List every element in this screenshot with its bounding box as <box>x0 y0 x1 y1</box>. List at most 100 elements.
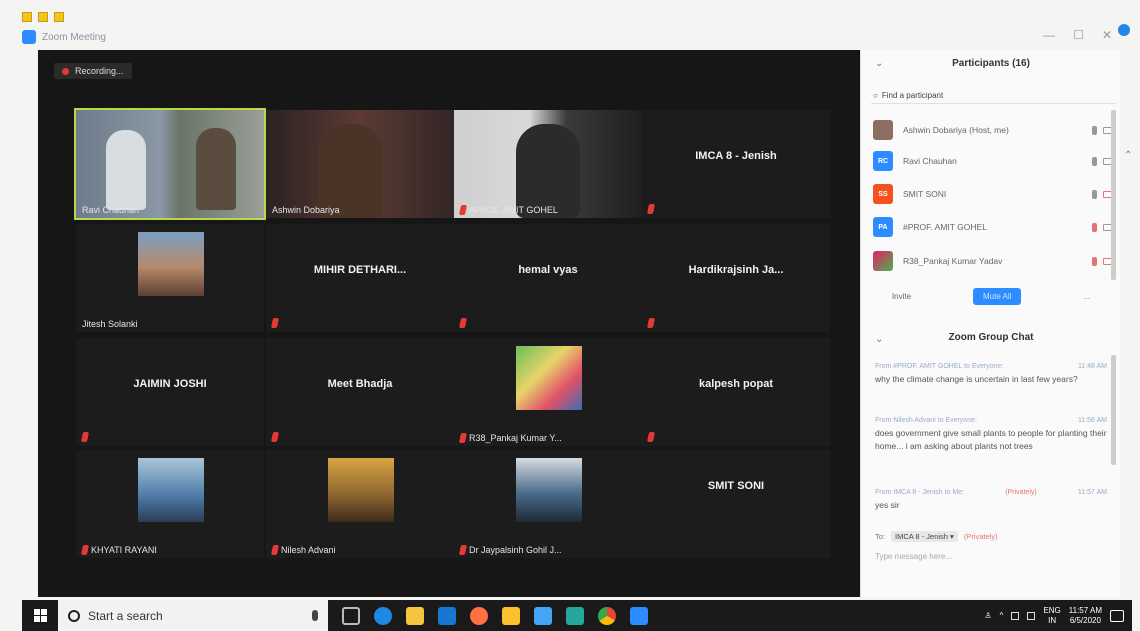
microphone-icon[interactable] <box>312 610 318 621</box>
avatar <box>873 120 893 140</box>
minimize-button[interactable]: — <box>1043 28 1055 42</box>
edge-browser-icon[interactable] <box>374 606 392 625</box>
zoom-logo-icon <box>22 30 36 44</box>
maximize-button[interactable]: ☐ <box>1073 28 1084 42</box>
person-silhouette <box>196 128 236 210</box>
clock[interactable]: 11:57 AM 6/5/2020 <box>1069 606 1102 626</box>
app-icon[interactable] <box>566 606 584 625</box>
participant-row[interactable]: RC Ravi Chauhan <box>873 151 1113 171</box>
more-button[interactable]: ... <box>1083 292 1090 301</box>
start-button[interactable] <box>22 600 58 631</box>
tile-name-label: Ravi Chauhan <box>82 205 140 215</box>
participant-row[interactable]: Ashwin Dobariya (Host, me) <box>873 120 1113 140</box>
tile-name: Meet Bhadja <box>327 378 393 390</box>
video-tile[interactable]: IMCA 8 - Jenish <box>642 110 830 218</box>
profile-photo <box>138 232 204 296</box>
participant-search-input[interactable]: ○ Find a participant <box>871 88 1116 104</box>
network-icon[interactable] <box>1011 611 1020 620</box>
tile-name: JAIMIN JOSHI <box>133 378 207 390</box>
video-tile[interactable]: KHYATI RAYANI <box>76 450 264 558</box>
participant-row[interactable]: PA #PROF. AMIT GOHEL <box>873 217 1113 237</box>
video-tile[interactable]: R38_Pankaj Kumar Y... <box>454 338 642 446</box>
avatar: PA <box>873 217 893 237</box>
video-tile[interactable]: JAIMIN JOSHI <box>76 338 264 446</box>
search-icon: ○ <box>873 91 878 100</box>
participant-name: SMIT SONI <box>903 189 947 199</box>
video-tile[interactable]: hemal vyas <box>454 224 642 332</box>
chat-scrollbar[interactable] <box>1111 355 1116 465</box>
windows-taskbar: Start a search ♙ ^ ENG IN 11:57 AM 6/5/202… <box>22 600 1132 631</box>
sticky-notes-icon[interactable] <box>502 606 520 625</box>
close-button[interactable]: ✕ <box>1102 28 1112 42</box>
tile-name-label: Ashwin Dobariya <box>272 205 340 215</box>
video-tile[interactable]: Hardikrajsinh Ja... <box>642 224 830 332</box>
recipient-dropdown[interactable]: IMCA 8 - Jenish ▾ <box>891 531 958 542</box>
volume-icon[interactable] <box>1027 611 1036 620</box>
participant-name: #PROF. AMIT GOHEL <box>903 222 987 232</box>
zoom-taskbar-icon[interactable] <box>630 606 648 625</box>
chevron-up-icon[interactable]: ⌃ <box>1124 150 1132 161</box>
private-tag: (Privately) <box>1005 489 1037 496</box>
notification-center-icon[interactable] <box>1110 609 1124 622</box>
people-icon[interactable]: ♙ <box>985 611 992 620</box>
chat-message: From #PROF. AMIT GOHEL to Everyone: 11:48… <box>875 360 1107 386</box>
taskbar-apps <box>342 606 648 625</box>
participant-row[interactable]: R38_Pankaj Kumar Yadav <box>873 251 1113 271</box>
profile-photo <box>138 458 204 522</box>
participant-name: Ravi Chauhan <box>903 156 957 166</box>
message-time: 11:57 AM <box>1077 489 1107 496</box>
message-text: why the climate change is uncertain in l… <box>875 374 1078 384</box>
file-explorer-icon[interactable] <box>406 606 424 625</box>
invite-button[interactable]: Invite <box>892 292 911 301</box>
video-tile[interactable]: MIHIR DETHARI... <box>266 224 454 332</box>
chat-message: From Nilesh Advani to Everyone: 11:56 AM … <box>875 414 1107 453</box>
tile-name: Hardikrajsinh Ja... <box>688 264 784 276</box>
message-sender: From Nilesh Advani to Everyone: <box>875 417 977 424</box>
message-text: does government give small plants to peo… <box>875 428 1107 451</box>
chat-message-input[interactable]: Type message here... <box>875 552 1107 561</box>
language-indicator[interactable]: ENG IN <box>1043 606 1060 626</box>
chevron-up-icon[interactable]: ^ <box>1000 611 1004 620</box>
mic-off-icon <box>1092 222 1097 232</box>
video-tile[interactable]: Meet Bhadja <box>266 338 454 446</box>
mute-all-button[interactable]: Mute All <box>972 288 1022 305</box>
avatar: SS <box>873 184 893 204</box>
mic-off-icon <box>1092 256 1097 266</box>
folder-icon <box>54 12 64 22</box>
store-icon[interactable] <box>534 606 552 625</box>
tile-name: MIHIR DETHARI... <box>313 264 407 276</box>
chat-message: From IMCA 8 - Jenish to Me: (Privately) 11… <box>875 486 1107 512</box>
chat-recipient-row: To: IMCA 8 - Jenish ▾ (Privately) <box>875 531 1107 542</box>
video-tile[interactable]: kalpesh popat <box>642 338 830 446</box>
chrome-icon[interactable] <box>598 606 616 625</box>
video-tile[interactable]: SMIT SONI <box>642 450 830 558</box>
muted-mic-icon <box>646 204 656 214</box>
video-tile[interactable]: Ashwin Dobariya <box>266 110 454 218</box>
notification-dot-icon <box>1118 24 1130 36</box>
video-tile[interactable]: Dr Jaypalsinh Gohil J... <box>454 450 642 558</box>
message-time: 11:56 AM <box>1077 417 1107 424</box>
mic-icon <box>1092 125 1097 135</box>
explorer-titlebar <box>22 6 1132 28</box>
video-tile[interactable]: #PROF. AMIT GOHEL <box>454 110 642 218</box>
firefox-icon[interactable] <box>470 606 488 625</box>
system-tray: ♙ ^ ENG IN 11:57 AM 6/5/2020 <box>985 606 1133 626</box>
mail-icon[interactable] <box>438 606 456 625</box>
muted-mic-icon <box>80 545 90 555</box>
task-view-icon[interactable] <box>342 606 360 625</box>
to-label: To: <box>875 532 886 541</box>
participants-scrollbar[interactable] <box>1111 110 1116 280</box>
profile-photo <box>516 346 582 410</box>
participant-row[interactable]: SS SMIT SONI <box>873 184 1113 204</box>
taskbar-search-box[interactable]: Start a search <box>58 600 328 631</box>
person-silhouette <box>318 124 382 218</box>
participant-name: Ashwin Dobariya (Host, me) <box>903 125 1009 135</box>
mic-icon <box>1092 189 1097 199</box>
participants-actions: Invite Mute All ... <box>861 288 1121 305</box>
video-tile[interactable]: Ravi Chauhan <box>74 108 266 220</box>
recording-indicator[interactable]: Recording... <box>54 63 132 79</box>
video-tile[interactable]: Jitesh Solanki <box>76 224 264 332</box>
tile-name: kalpesh popat <box>699 378 773 390</box>
participant-name: R38_Pankaj Kumar Yadav <box>903 256 1003 266</box>
video-tile[interactable]: Nilesh Advani <box>266 450 454 558</box>
